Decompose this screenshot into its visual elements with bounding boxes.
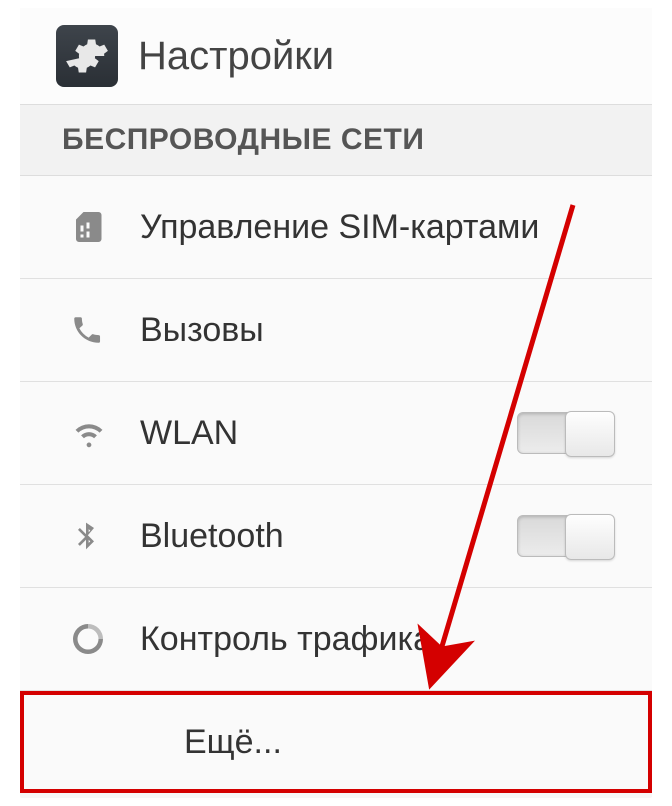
data-usage-icon bbox=[70, 621, 140, 657]
row-sim-management[interactable]: Управление SIM-картами bbox=[20, 176, 652, 279]
row-label: Контроль трафика bbox=[140, 620, 614, 659]
row-label: Управление SIM-картами bbox=[140, 208, 614, 247]
settings-header: Настройки bbox=[20, 8, 652, 104]
row-traffic-control[interactable]: Контроль трафика bbox=[20, 588, 652, 691]
row-bluetooth[interactable]: Bluetooth bbox=[20, 485, 652, 588]
row-more[interactable]: Ещё... bbox=[20, 691, 652, 793]
phone-icon bbox=[70, 313, 140, 347]
section-wireless-networks: БЕСПРОВОДНЫЕ СЕТИ bbox=[20, 104, 652, 176]
bluetooth-toggle[interactable] bbox=[517, 515, 614, 557]
wlan-toggle[interactable] bbox=[517, 412, 614, 454]
row-label: Ещё... bbox=[74, 723, 610, 762]
row-label: Bluetooth bbox=[140, 517, 517, 556]
gear-icon bbox=[56, 25, 118, 87]
row-calls[interactable]: Вызовы bbox=[20, 279, 652, 382]
row-label: WLAN bbox=[140, 414, 517, 453]
sim-icon bbox=[70, 209, 140, 245]
settings-screen: Настройки БЕСПРОВОДНЫЕ СЕТИ Управление S… bbox=[20, 8, 652, 798]
row-label: Вызовы bbox=[140, 311, 614, 350]
wifi-icon bbox=[70, 414, 140, 452]
page-title: Настройки bbox=[138, 34, 334, 79]
row-wlan[interactable]: WLAN bbox=[20, 382, 652, 485]
bluetooth-icon bbox=[70, 520, 140, 552]
